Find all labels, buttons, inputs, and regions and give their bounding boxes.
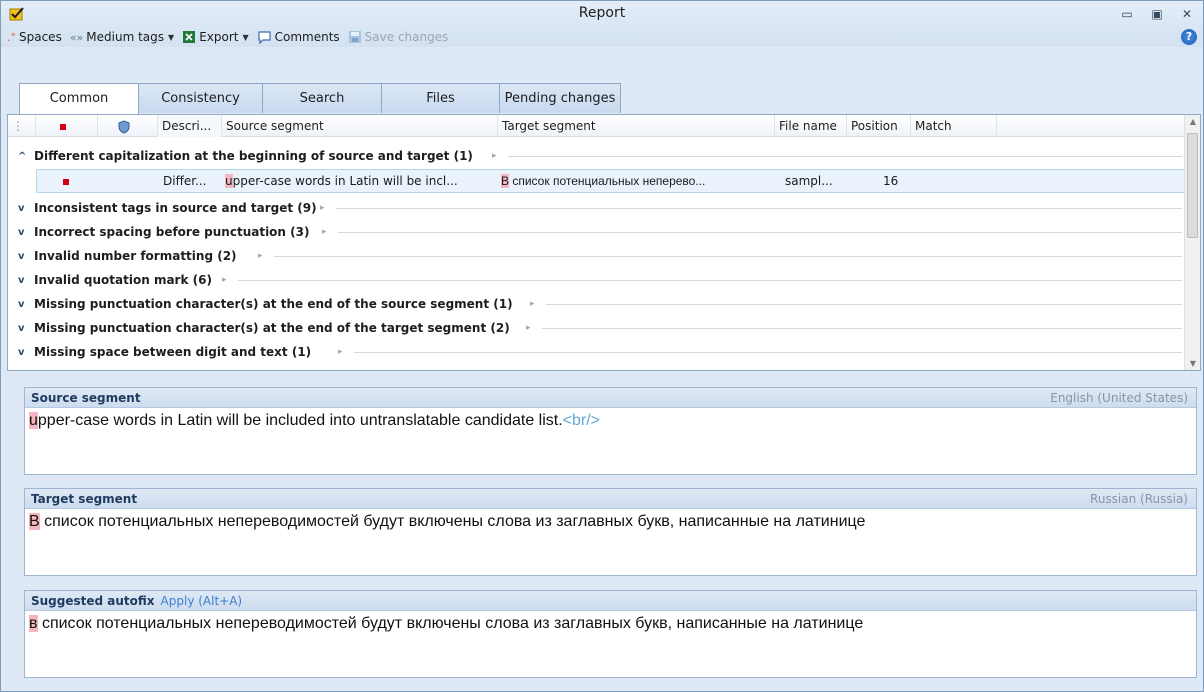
save-changes-label: Save changes xyxy=(364,30,449,44)
chevron-down-icon[interactable]: v xyxy=(18,269,25,292)
medium-tags-button[interactable]: «» Medium tags ▼ xyxy=(70,30,174,44)
error-marker-icon xyxy=(60,124,66,130)
row-file: sampl... xyxy=(785,174,833,188)
save-changes-button[interactable]: Save changes xyxy=(348,30,449,44)
autofix-panel: Suggested autofix Apply (Alt+A) в список … xyxy=(24,590,1197,678)
issue-group[interactable]: v Invalid quotation mark (6) ▸ xyxy=(8,269,1186,292)
issues-grid: ⋮ Descri... Source segment Target segmen… xyxy=(7,114,1201,371)
expand-arrow-icon: ▸ xyxy=(320,203,325,213)
toolbar: .° Spaces «» Medium tags ▼ Export ▼ Comm… xyxy=(7,26,456,48)
medium-tags-label: Medium tags xyxy=(86,30,165,44)
tab-pending-changes[interactable]: Pending changes xyxy=(499,83,621,113)
position-column-header[interactable]: Position xyxy=(847,115,911,137)
match-column-header[interactable]: Match xyxy=(911,115,997,137)
expand-arrow-icon: ▸ xyxy=(526,323,531,333)
minimize-icon[interactable]: ▭ xyxy=(1119,6,1135,22)
target-segment-panel: Target segment Russian (Russia) В список… xyxy=(24,488,1197,576)
expand-arrow-icon: ▸ xyxy=(222,275,227,285)
tab-files[interactable]: Files xyxy=(381,83,500,113)
issue-group[interactable]: v Inconsistent tags in source and target… xyxy=(8,197,1186,220)
issue-group[interactable]: v Invalid number formatting (2) ▸ xyxy=(8,245,1186,268)
export-button[interactable]: Export ▼ xyxy=(182,30,249,44)
issue-group[interactable]: v Missing space between digit and text (… xyxy=(8,341,1186,364)
chevron-down-icon[interactable]: v xyxy=(18,245,25,268)
vertical-scrollbar[interactable]: ▲ ▼ xyxy=(1184,115,1200,370)
error-marker-icon xyxy=(63,179,69,185)
shield-icon xyxy=(118,119,130,134)
tab-search[interactable]: Search xyxy=(262,83,382,113)
issue-group[interactable]: v Missing punctuation character(s) at th… xyxy=(8,293,1186,316)
expand-arrow-icon: ▸ xyxy=(530,299,535,309)
report-window: Report ▭ ▣ ✕ .° Spaces «» Medium tags ▼ … xyxy=(0,0,1204,692)
tab-bar: Common Consistency Search Files Pending … xyxy=(19,83,621,114)
save-icon xyxy=(348,31,361,43)
target-panel-title: Target segment xyxy=(31,492,138,506)
expand-arrow-icon: ▸ xyxy=(322,227,327,237)
grid-header: ⋮ Descri... Source segment Target segmen… xyxy=(8,115,1186,137)
issue-group[interactable]: v Incorrect spacing before punctuation (… xyxy=(8,221,1186,244)
chevron-down-icon: ▼ xyxy=(168,32,175,42)
chevron-down-icon[interactable]: v xyxy=(18,293,25,316)
description-column-header[interactable]: Descri... xyxy=(158,115,222,137)
tab-consistency[interactable]: Consistency xyxy=(138,83,263,113)
export-label: Export xyxy=(199,30,239,44)
comment-icon xyxy=(258,30,271,44)
tab-common[interactable]: Common xyxy=(19,83,139,114)
row-description: Differ... xyxy=(163,174,207,188)
chevron-down-icon[interactable]: v xyxy=(18,197,25,220)
spaces-button[interactable]: .° Spaces xyxy=(7,30,62,44)
maximize-icon[interactable]: ▣ xyxy=(1149,6,1165,22)
spaces-icon: .° xyxy=(7,30,16,44)
spaces-label: Spaces xyxy=(19,30,62,44)
chevron-down-icon[interactable]: v xyxy=(18,341,25,364)
table-row[interactable]: Differ... upper-case words in Latin will… xyxy=(36,169,1186,193)
chevron-down-icon[interactable]: v xyxy=(18,221,25,244)
target-segment-text[interactable]: В список потенциальных непереводимостей … xyxy=(25,509,1196,535)
comments-button[interactable]: Comments xyxy=(257,30,340,44)
target-column-header[interactable]: Target segment xyxy=(498,115,775,137)
expand-arrow-icon: ▸ xyxy=(258,251,263,261)
drag-handle-icon[interactable]: ⋮ xyxy=(8,115,36,137)
file-column-header[interactable]: File name xyxy=(775,115,847,137)
window-title: Report xyxy=(578,5,626,21)
br-tag: <br/> xyxy=(562,412,601,429)
row-source: upper-case words in Latin will be incl..… xyxy=(225,174,458,188)
row-position: 16 xyxy=(883,174,899,188)
close-icon[interactable]: ✕ xyxy=(1179,6,1195,22)
help-icon[interactable]: ? xyxy=(1181,29,1197,45)
scroll-up-icon[interactable]: ▲ xyxy=(1185,117,1200,126)
chevron-down-icon: ▼ xyxy=(242,32,249,42)
issue-group[interactable]: v Missing punctuation character(s) at th… xyxy=(8,317,1186,340)
tags-icon: «» xyxy=(69,30,84,44)
chevron-down-icon[interactable]: v xyxy=(18,317,25,340)
expand-arrow-icon: ▸ xyxy=(338,347,343,357)
expand-arrow-icon: ▸ xyxy=(492,151,497,161)
source-column-header[interactable]: Source segment xyxy=(222,115,498,137)
source-segment-text[interactable]: upper-case words in Latin will be includ… xyxy=(25,408,1196,434)
shield-column-header[interactable] xyxy=(98,115,158,137)
chevron-up-icon[interactable]: ^ xyxy=(18,145,26,168)
issue-group[interactable]: ^ Different capitalization at the beginn… xyxy=(8,145,1186,168)
autofix-panel-title: Suggested autofix xyxy=(31,594,155,608)
scroll-thumb[interactable] xyxy=(1187,133,1198,238)
autofix-text[interactable]: в список потенциальных непереводимостей … xyxy=(25,611,1196,637)
target-language: Russian (Russia) xyxy=(1090,492,1188,506)
row-target: В список потенциальных неперево... xyxy=(501,174,706,188)
source-language: English (United States) xyxy=(1050,391,1188,405)
excel-icon xyxy=(183,31,196,43)
comments-label: Comments xyxy=(274,30,340,44)
source-panel-title: Source segment xyxy=(31,391,141,405)
source-segment-panel: Source segment English (United States) u… xyxy=(24,387,1197,475)
severity-column-header[interactable] xyxy=(36,115,98,137)
scroll-down-icon[interactable]: ▼ xyxy=(1185,359,1200,368)
apply-autofix-link[interactable]: Apply (Alt+A) xyxy=(161,594,243,608)
